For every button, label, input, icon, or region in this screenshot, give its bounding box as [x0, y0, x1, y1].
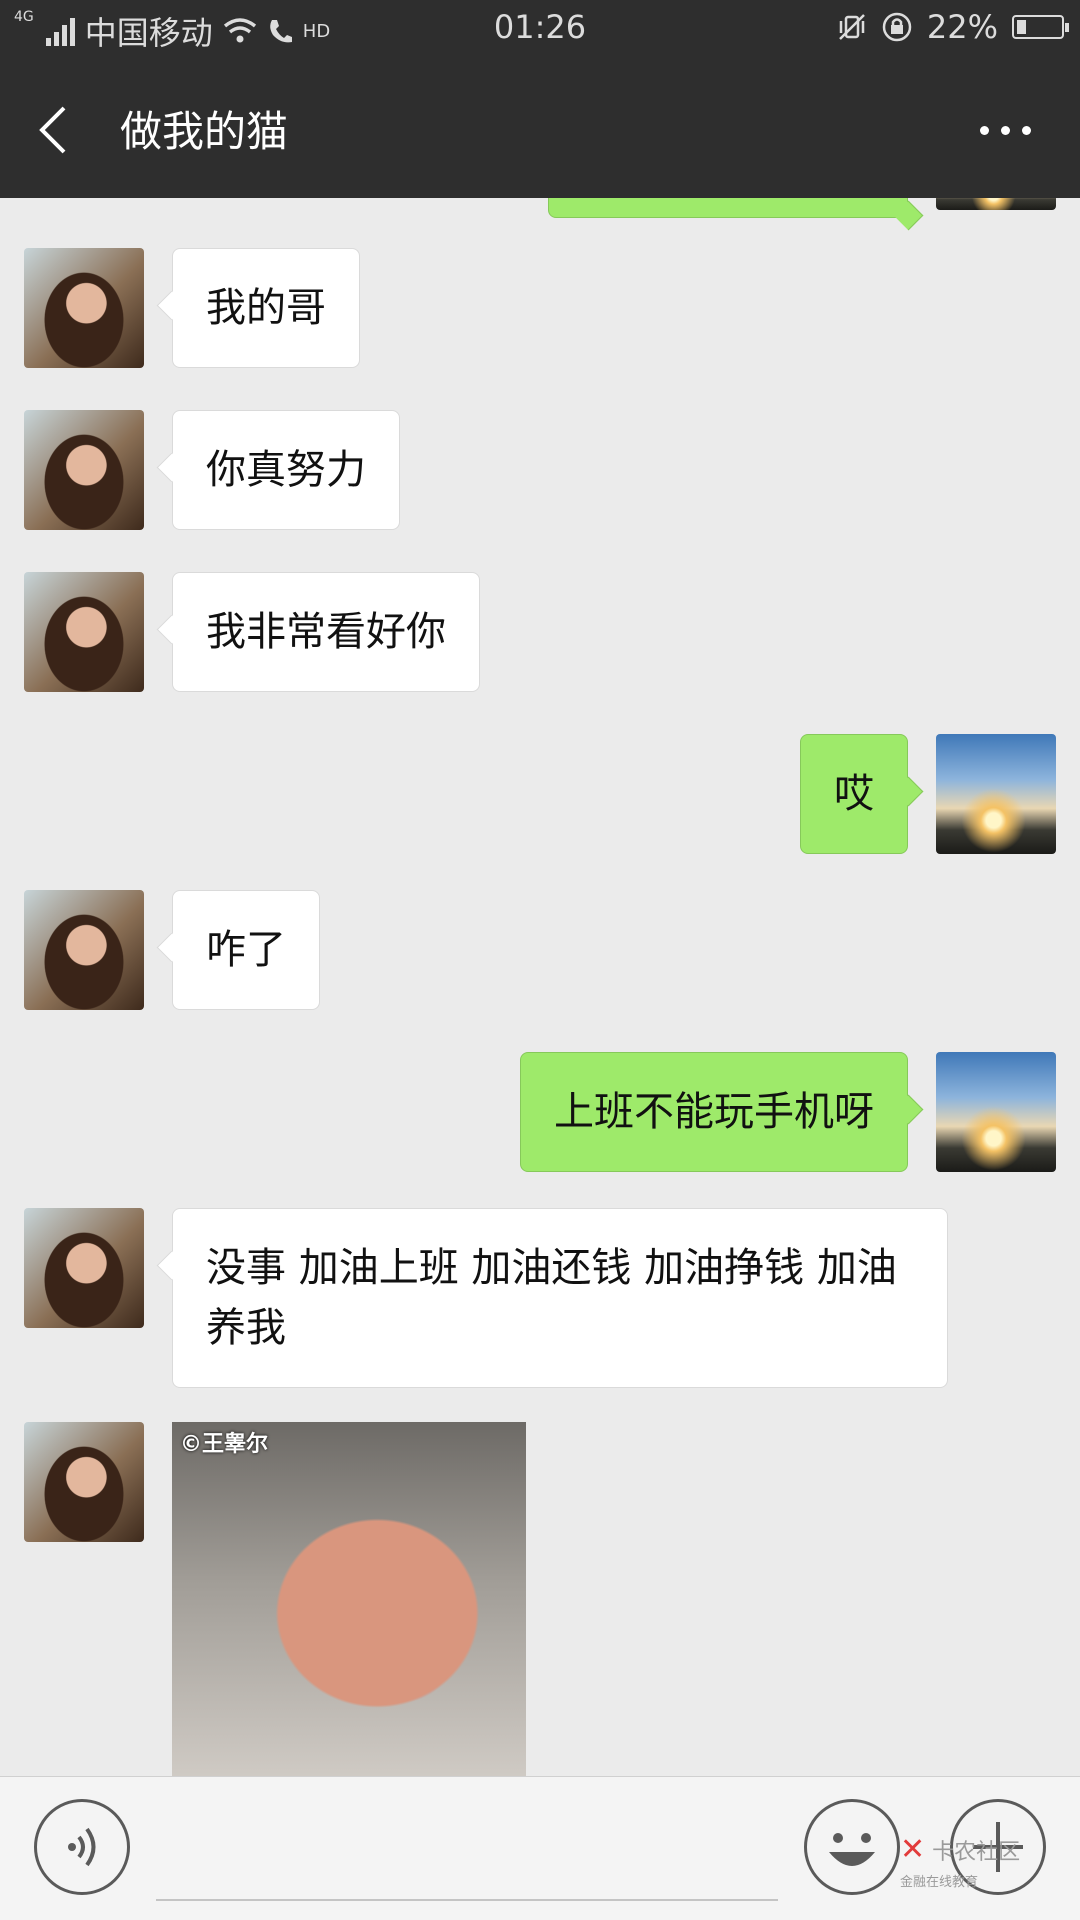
vibrate-off-icon — [838, 14, 865, 40]
contact-avatar[interactable] — [24, 248, 144, 368]
voice-icon — [68, 1827, 96, 1867]
status-bar: 4G 中国移动 HD 01:26 22% — [0, 0, 1080, 58]
status-right: 22% — [837, 8, 1069, 46]
back-button[interactable] — [32, 94, 92, 166]
more-button[interactable] — [970, 110, 1040, 150]
partial-message-bubble[interactable] — [548, 198, 908, 218]
message-bubble[interactable]: 上班不能玩手机呀 — [520, 1052, 908, 1172]
more-dots-icon — [979, 125, 989, 135]
battery-icon — [1012, 15, 1069, 39]
watermark-text: 卡农社区 — [932, 1840, 1021, 1865]
contact-avatar[interactable] — [24, 572, 144, 692]
logo-mark: ✕ — [900, 1832, 926, 1867]
message-bubble[interactable]: 我的哥 — [172, 248, 360, 368]
rotation-lock-icon — [882, 12, 912, 42]
emoji-button[interactable] — [804, 1799, 900, 1895]
watermark-sub: 金融在线教育 — [900, 1875, 979, 1890]
contact-avatar[interactable] — [24, 890, 144, 1010]
message-bubble[interactable]: 我非常看好你 — [172, 572, 480, 692]
message-bubble[interactable]: 哎 — [800, 734, 908, 854]
contact-avatar[interactable] — [24, 410, 144, 530]
self-avatar[interactable] — [936, 198, 1056, 210]
self-avatar[interactable] — [936, 1052, 1056, 1172]
battery-percent: 22% — [926, 8, 998, 46]
message-bubble[interactable]: 你真努力 — [172, 410, 400, 530]
sticker-watermark: ©王睾尔 — [180, 1432, 269, 1457]
contact-avatar[interactable] — [24, 1422, 144, 1542]
chevron-left-icon — [39, 106, 66, 154]
message-bubble[interactable]: 咋了 — [172, 890, 320, 1010]
message-input[interactable] — [156, 1799, 778, 1901]
emoji-icon — [829, 1833, 875, 1866]
contact-avatar[interactable] — [24, 1208, 144, 1328]
site-watermark: ✕ 卡农社区 金融在线教育 — [900, 1832, 1020, 1892]
chat-title: 做我的猫 — [120, 107, 289, 156]
chat-area[interactable]: 我的哥 你真努力 我非常看好你 哎 咋了 上班不能玩手机呀 没事 加油上班 加油… — [0, 198, 1080, 1776]
title-bar: 做我的猫 — [0, 58, 1080, 198]
voice-button[interactable] — [34, 1799, 130, 1895]
sticker-image[interactable]: ©王睾尔 — [172, 1422, 526, 1776]
self-avatar[interactable] — [936, 734, 1056, 854]
message-bubble[interactable]: 没事 加油上班 加油还钱 加油挣钱 加油养我 — [172, 1208, 948, 1388]
